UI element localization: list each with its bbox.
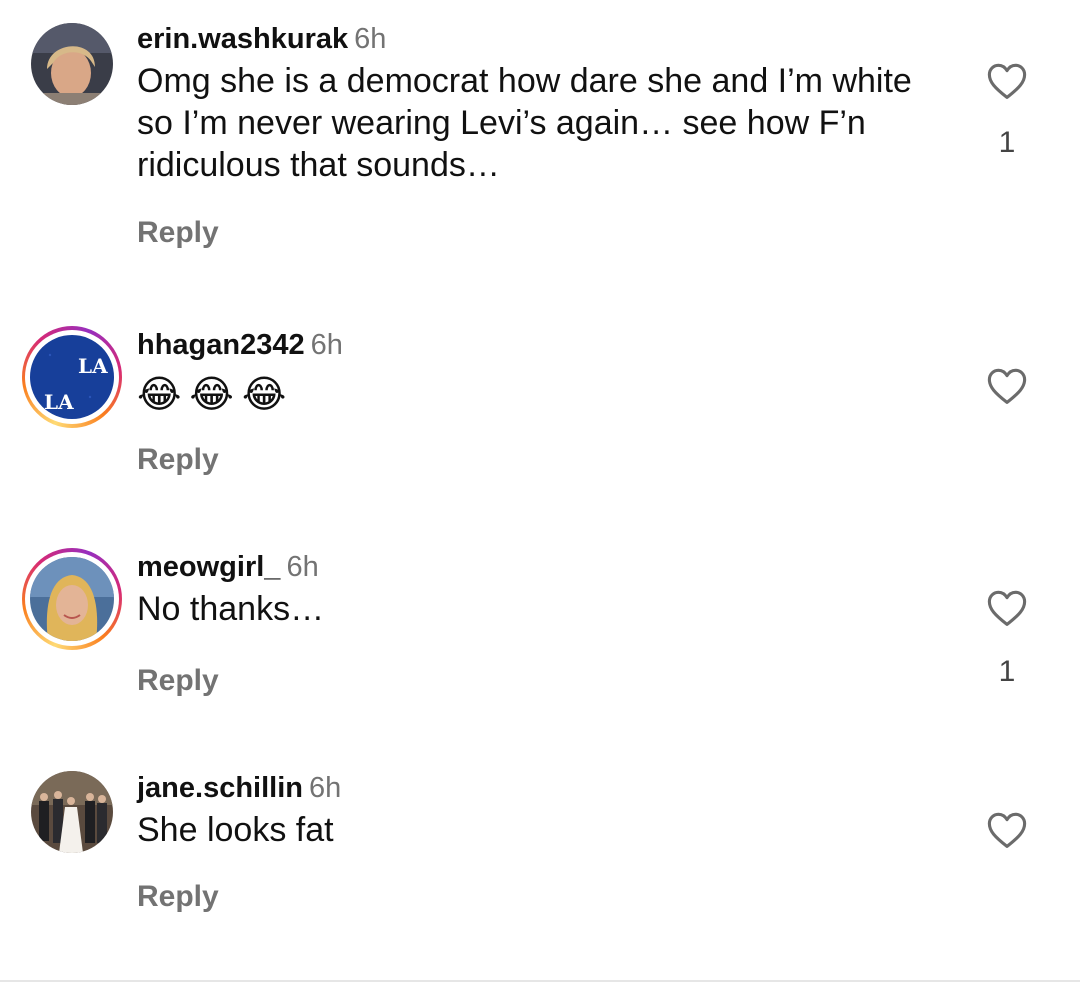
avatar <box>31 23 113 105</box>
svg-text:LA: LA <box>78 354 108 378</box>
svg-text:LA: LA <box>44 390 74 414</box>
comment-meta: hhagan2342 6h <box>137 326 937 364</box>
divider <box>0 980 1080 982</box>
avatar <box>31 771 113 853</box>
like-count[interactable]: 1 <box>977 655 1037 689</box>
username-link[interactable]: meowgirl_ <box>137 551 280 583</box>
timestamp: 6h <box>309 772 342 804</box>
avatar-button[interactable]: LA LA <box>22 326 122 428</box>
emoji: 😂 <box>241 374 287 417</box>
comment-meta: erin.washkurak 6h <box>137 20 937 58</box>
avatar: LA LA <box>30 335 114 419</box>
username-link[interactable]: jane.schillin <box>137 772 303 804</box>
avatar-photo <box>31 771 113 853</box>
avatar-button[interactable] <box>22 14 122 114</box>
reply-button[interactable]: Reply <box>137 880 219 914</box>
heart-outline-icon[interactable] <box>986 62 1028 100</box>
comment-meta: jane.schillin 6h <box>137 769 937 807</box>
like-count[interactable]: 1 <box>977 126 1037 160</box>
heart-outline-icon[interactable] <box>986 811 1028 849</box>
story-ring: LA LA <box>22 326 122 428</box>
timestamp: 6h <box>286 551 319 583</box>
avatar-button[interactable] <box>22 548 122 650</box>
story-ring <box>22 548 122 650</box>
avatar-photo: LA LA <box>30 335 114 419</box>
emoji: 😂 <box>137 374 182 417</box>
avatar <box>30 557 114 641</box>
comment-text: Omg she is a democrat how dare she and I… <box>137 62 912 184</box>
comment-text: 😂 😂 😂 <box>137 372 937 416</box>
heart-outline-icon[interactable] <box>986 589 1028 627</box>
reply-button[interactable]: Reply <box>137 443 219 477</box>
heart-outline-icon[interactable] <box>986 367 1028 405</box>
timestamp: 6h <box>354 23 387 55</box>
reply-button[interactable]: Reply <box>137 216 219 250</box>
username-link[interactable]: erin.washkurak <box>137 23 348 55</box>
username-link[interactable]: hhagan2342 <box>137 329 305 361</box>
reply-button[interactable]: Reply <box>137 664 219 698</box>
comment-text: She looks fat <box>137 811 334 849</box>
emoji: 😂 <box>189 374 234 417</box>
avatar-photo <box>31 23 113 105</box>
comment-text: No thanks… <box>137 590 325 628</box>
avatar-button[interactable] <box>22 762 122 862</box>
comment-meta: meowgirl_ 6h <box>137 548 937 586</box>
timestamp: 6h <box>310 329 343 361</box>
avatar-photo <box>30 557 114 641</box>
